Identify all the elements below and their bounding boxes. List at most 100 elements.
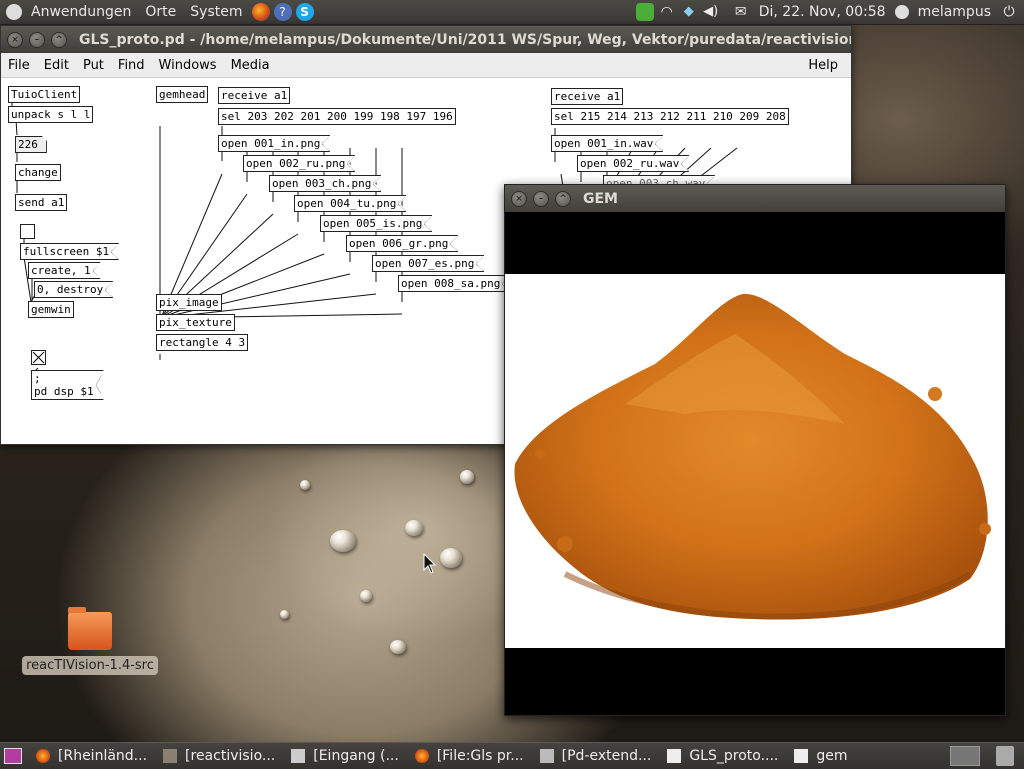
menu-help[interactable]: Help [801, 58, 845, 73]
pd-message-open-png[interactable]: open 001_in.png [218, 135, 330, 152]
pd-message-open-png[interactable]: open 005_is.png [320, 215, 432, 232]
maximize-icon[interactable]: ^ [555, 190, 571, 207]
pd-message-open-wav[interactable]: open 001_in.wav [551, 135, 663, 152]
turmeric-powder-image [505, 274, 1005, 648]
water-drop [440, 548, 462, 568]
pd-object-unpack[interactable]: unpack s l l [8, 106, 94, 123]
pd-object-sel[interactable]: sel 215 214 213 212 211 210 209 208 [551, 108, 789, 125]
mail-icon [291, 749, 306, 763]
firefox-icon [414, 749, 429, 763]
gem-render-canvas[interactable] [505, 212, 1005, 715]
taskbar-item-label: [File:Gls pr... [436, 748, 524, 764]
menu-windows[interactable]: Windows [152, 58, 224, 73]
firefox-icon[interactable] [251, 3, 270, 21]
taskbar-item[interactable]: [Eingang (... [285, 745, 405, 767]
pd-object-gemwin[interactable]: gemwin [28, 301, 74, 318]
taskbar-item-label: [Pd-extend... [561, 748, 652, 764]
taskbar-item-label: [reactivisio... [185, 748, 276, 764]
pd-message-open-png[interactable]: open 003_ch.png [269, 175, 381, 192]
taskbar-item[interactable]: [Pd-extend... [534, 745, 658, 767]
taskbar-item-label: gem [816, 748, 848, 764]
desktop-folder[interactable]: reacTIVision-1.4-src [20, 607, 160, 675]
pd-object-change[interactable]: change [15, 164, 61, 181]
help-icon[interactable]: ? [273, 3, 292, 21]
pd-object-receive[interactable]: receive a1 [218, 87, 291, 104]
pd-message-open-png[interactable]: open 007_es.png [372, 255, 484, 272]
pd-object-sel[interactable]: sel 203 202 201 200 199 198 197 196 [218, 108, 456, 125]
skype-icon[interactable]: S [295, 3, 314, 21]
gem-window: × – ^ GEM [504, 184, 1006, 716]
water-drop [300, 480, 310, 490]
clock[interactable]: Di, 22. Nov, 00:58 [752, 4, 893, 20]
water-drop [330, 530, 356, 552]
firefox-icon [36, 749, 50, 763]
bottom-panel: [Rheinländ... [reactivisio... [Eingang (… [0, 742, 1024, 769]
pd-object-pix-texture[interactable]: pix_texture [156, 314, 235, 331]
user-name[interactable]: melampus [911, 4, 998, 20]
pd-object-rectangle[interactable]: rectangle 4 3 [156, 334, 249, 351]
show-desktop-icon [4, 748, 22, 764]
pd-object-receive[interactable]: receive a1 [551, 88, 624, 105]
ubuntu-logo-icon[interactable] [6, 4, 22, 20]
file-manager-icon [163, 749, 178, 763]
pd-object-pix-image[interactable]: pix_image [156, 294, 222, 311]
pd-object-tuioclient[interactable]: TuioClient [8, 86, 81, 103]
mail-icon[interactable]: ✉ [732, 3, 750, 21]
menu-system[interactable]: System [183, 4, 249, 20]
mouse-pointer-icon [423, 553, 437, 574]
pd-message-open-png[interactable]: open 002_ru.png [243, 155, 355, 172]
taskbar-item[interactable]: [reactivisio... [157, 745, 281, 767]
pd-number-box[interactable]: 226 [15, 136, 47, 153]
menu-file[interactable]: File [1, 58, 37, 73]
menu-find[interactable]: Find [111, 58, 152, 73]
menu-applications[interactable]: Anwendungen [24, 4, 138, 20]
trash-button[interactable] [990, 745, 1020, 767]
minimize-icon[interactable]: – [29, 31, 45, 48]
taskbar-item[interactable]: GLS_proto.... [661, 745, 784, 767]
pd-message-fullscreen[interactable]: fullscreen $1 [20, 243, 119, 260]
pd-window-title: GLS_proto.pd - /home/melampus/Dokumente/… [79, 31, 851, 48]
show-desktop-button[interactable] [0, 745, 26, 767]
pd-message-open-png[interactable]: open 008_sa.png [398, 275, 510, 292]
pd-menubar: File Edit Put Find Windows Media Help [1, 53, 851, 78]
minimize-icon[interactable]: – [533, 190, 549, 207]
volume-icon[interactable]: ◀) [702, 3, 720, 21]
pd-message-open-png[interactable]: open 004_tu.png [294, 195, 406, 212]
pd-message-create[interactable]: create, 1 [28, 262, 101, 279]
menu-places[interactable]: Orte [138, 4, 183, 20]
close-icon[interactable]: × [511, 190, 527, 207]
water-drop [405, 520, 423, 536]
user-icon [894, 5, 909, 19]
taskbar-item[interactable]: gem [788, 745, 853, 767]
update-shield-icon[interactable] [635, 3, 654, 21]
gem-titlebar[interactable]: × – ^ GEM [505, 185, 1005, 212]
pd-object-send[interactable]: send a1 [15, 194, 68, 211]
menu-edit[interactable]: Edit [37, 58, 76, 73]
menu-put[interactable]: Put [76, 58, 111, 73]
folder-icon [68, 607, 112, 650]
wifi-icon[interactable]: ◠ [658, 3, 676, 21]
pd-toggle-fullscreen[interactable] [20, 224, 35, 239]
maximize-icon[interactable]: ^ [51, 31, 67, 48]
window-icon [539, 749, 554, 763]
window-icon [794, 749, 809, 763]
pd-message-open-png[interactable]: open 006_gr.png [346, 235, 458, 252]
dropbox-icon[interactable]: ◆ [680, 3, 698, 21]
power-icon[interactable]: ⏻ [1000, 3, 1018, 21]
workspace-icon [950, 746, 980, 766]
window-icon [667, 749, 682, 763]
pd-object-gemhead[interactable]: gemhead [156, 86, 209, 103]
taskbar-item[interactable]: [File:Gls pr... [409, 745, 530, 767]
close-icon[interactable]: × [7, 31, 23, 48]
taskbar-item[interactable]: [Rheinländ... [30, 745, 153, 767]
workspace-switcher[interactable] [944, 745, 986, 767]
water-drop [360, 590, 372, 602]
menu-media[interactable]: Media [224, 58, 277, 73]
taskbar-item-label: GLS_proto.... [689, 748, 779, 764]
pd-titlebar[interactable]: × – ^ GLS_proto.pd - /home/melampus/Doku… [1, 26, 851, 53]
pd-toggle-dsp[interactable] [31, 350, 46, 365]
pd-message-dsp[interactable]: ; pd dsp $1 [31, 370, 104, 400]
desktop-folder-label: reacTIVision-1.4-src [22, 656, 158, 675]
pd-message-open-wav[interactable]: open 002_ru.wav [577, 155, 689, 172]
pd-message-destroy[interactable]: 0, destroy [34, 281, 113, 298]
